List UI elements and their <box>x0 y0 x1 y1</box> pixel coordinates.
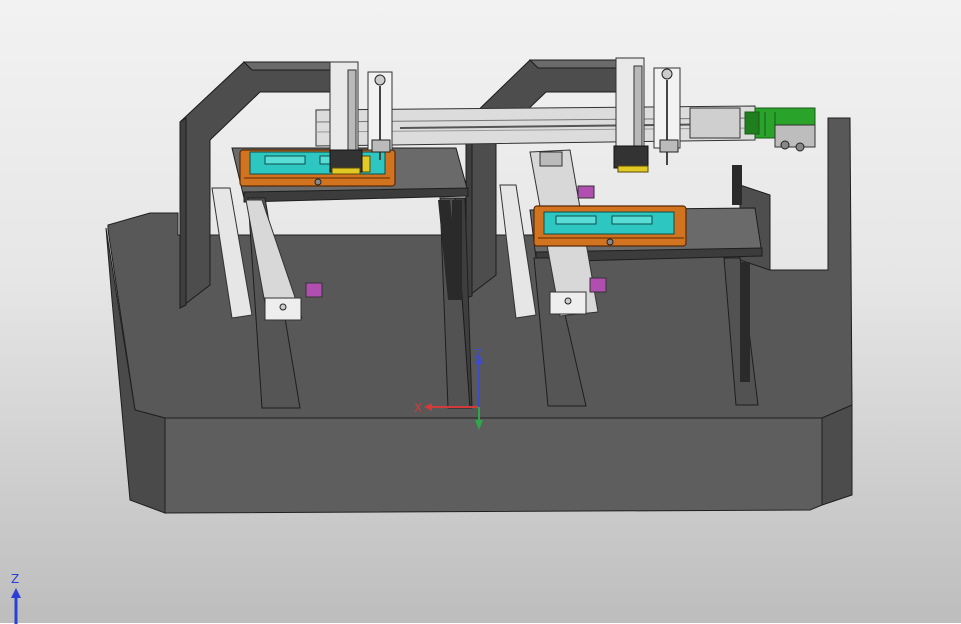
origin-z-label: Z <box>474 347 482 361</box>
right-z-axis-head <box>613 57 741 173</box>
view-orientation-triad: Z <box>6 570 30 624</box>
up-arrow-icon <box>11 588 21 624</box>
cad-viewport[interactable]: X Z Z <box>0 0 961 624</box>
right-battery-tray <box>533 205 687 247</box>
left-battery-tray <box>239 149 396 187</box>
assembly-3d-model[interactable]: X Z <box>0 0 961 623</box>
servo-motor <box>744 107 816 152</box>
origin-x-label: X <box>414 401 422 415</box>
